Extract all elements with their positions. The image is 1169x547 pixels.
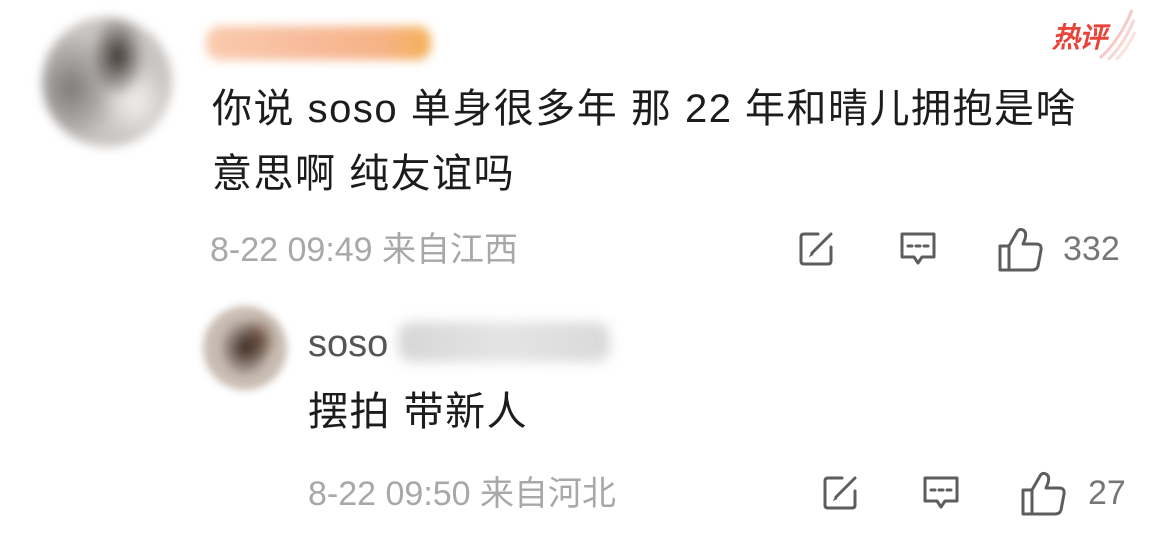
comment-text-line: 你说 soso 单身很多年 那 22 年和晴儿拥抱是啥 (212, 87, 1078, 131)
reply-location: 来自河北 (480, 475, 617, 513)
commenter-username-blurred[interactable] (206, 26, 431, 60)
comment-time: 8-22 09:49 (210, 231, 373, 269)
comment-like-count: 332 (1063, 230, 1120, 268)
reply-meta: 8-22 09:50 来自河北 (308, 474, 616, 514)
comment-meta: 8-22 09:49 来自江西 (210, 230, 518, 270)
comment-body: 你说 soso 单身很多年 那 22 年和晴儿拥抱是啥 意思啊 纯友谊吗 (212, 77, 1077, 207)
reply-like-count: 27 (1088, 474, 1126, 512)
comment-location: 来自江西 (382, 231, 519, 269)
reply-avatar[interactable] (203, 306, 287, 390)
edit-share-icon[interactable] (796, 229, 836, 269)
reply-username-blurred (398, 322, 610, 362)
comment-bubble-icon[interactable] (920, 473, 962, 513)
badge-label: 热评 (1052, 21, 1107, 54)
hot-comment-badge: 热评 (1046, 6, 1136, 60)
thumbs-up-icon[interactable] (997, 226, 1043, 272)
reply-username[interactable]: soso (308, 322, 388, 366)
commenter-avatar[interactable] (42, 17, 172, 147)
comment-text-line: 意思啊 纯友谊吗 (212, 152, 516, 196)
reply-time: 8-22 09:50 (308, 475, 471, 513)
comment-bubble-icon[interactable] (897, 229, 939, 269)
reply-body: 摆拍 带新人 (308, 390, 529, 434)
edit-share-icon[interactable] (820, 473, 860, 513)
thumbs-up-icon[interactable] (1020, 470, 1066, 516)
